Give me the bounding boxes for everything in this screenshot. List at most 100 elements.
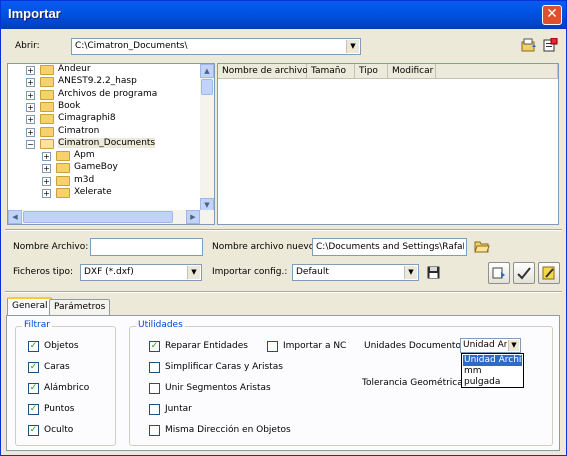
newname-value: C:\Documents and Settings\RafaEs\M [316,242,464,252]
dropdown-arrow-icon[interactable]: ▼ [508,340,519,351]
checkbox-label: Juntar [165,404,192,414]
unidades-select[interactable]: Unidad Arc ▼ [460,338,521,353]
filtrar-title: Filtrar [22,320,52,330]
config-value: Default [296,267,329,277]
filetype-select[interactable]: DXF (*.dxf) ▼ [80,264,202,281]
checkbox-label: Objetos [44,341,79,351]
unidades-label: Unidades Documento: [364,341,464,351]
unidades-value: Unidad Arc [463,340,507,350]
tree-item-label: Cimagraphi8 [58,113,116,124]
import-dialog: Importar ✕ Abrir: C:\Cimatron_Documents\… [0,0,567,456]
unidades-dropdown-list[interactable]: Unidad Archivo mm pulgada [461,353,524,388]
save-icon[interactable] [427,266,440,279]
browse-folder-icon[interactable] [474,239,490,253]
checkbox-box[interactable]: ✓ [28,383,39,394]
scroll-right-icon[interactable]: ▶ [186,210,200,224]
folder-icon [40,89,54,100]
scroll-thumb[interactable] [201,79,213,95]
checkbox-box[interactable] [149,404,160,415]
add-config-button[interactable] [488,262,510,284]
checkbox-box[interactable] [149,362,160,373]
checkbox-label: Importar a NC [283,341,347,351]
tree-item-label: Book [58,100,81,111]
path-combo[interactable]: C:\Cimatron_Documents\ ▼ [71,38,361,55]
checkbox-box[interactable] [149,425,160,436]
checkbox-box[interactable]: ✓ [28,362,39,373]
folder-tree[interactable]: + Andeur + ANEST9.2.2_hasp + Archivos de prog… [7,63,215,225]
col-filler [436,64,558,79]
window-title: Importar [8,6,61,21]
checkbox-label: Puntos [44,404,75,414]
tree-item-label: m3d [74,174,95,185]
folder-icon [40,126,54,137]
checkbox-box[interactable] [267,341,278,352]
tree-horizontal-scrollbar[interactable]: ◀ ▶ [8,210,214,224]
checkbox-label: Caras [44,362,70,372]
edit-button[interactable] [538,262,560,284]
path-value: C:\Cimatron_Documents\ [75,41,188,51]
folder-icon [56,151,70,162]
utilidades-title: Utilidades [136,320,185,330]
collapse-icon[interactable]: − [26,139,35,149]
unidades-option[interactable]: pulgada [463,377,522,388]
scroll-left-icon[interactable]: ◀ [8,210,22,224]
expand-icon[interactable]: + [42,164,51,174]
col-type[interactable]: Tipo [355,64,388,79]
folder-icon [40,77,54,88]
unidades-option[interactable]: mm [463,366,522,377]
checkbox-box[interactable]: ✓ [149,341,160,352]
tree-item-label: Xelerate [74,187,112,197]
hscroll-thumb[interactable] [23,211,173,223]
folder-icon [40,101,54,112]
divider [5,291,562,293]
expand-icon[interactable]: + [26,90,35,100]
unidades-option[interactable]: Unidad Archivo [463,355,522,366]
folder-icon [40,138,54,149]
checkbox-label: Alámbrico [44,383,90,393]
filename-input[interactable] [90,238,203,256]
col-size[interactable]: Tamaño [307,64,355,79]
checkbox-box[interactable] [149,383,160,394]
filetype-label: Ficheros tipo: [13,267,74,277]
checkbox-box[interactable]: ✓ [28,425,39,436]
tree-vertical-scrollbar[interactable]: ▲ ▼ [200,64,214,212]
checkbox-box[interactable]: ✓ [28,404,39,415]
ok-check-icon [517,267,531,280]
folder-icon [56,163,70,174]
tree-item-label: Cimatron [58,125,100,136]
folder-up-icon[interactable] [521,38,537,53]
new-folder-icon[interactable] [542,37,558,53]
col-modified[interactable]: Modificar [388,64,436,79]
expand-icon[interactable]: + [26,102,35,112]
filetype-value: DXF (*.dxf) [84,267,134,277]
config-select[interactable]: Default ▼ [292,264,419,281]
dropdown-arrow-icon[interactable]: ▼ [187,266,200,279]
checkbox-box[interactable]: ✓ [28,341,39,352]
expand-icon[interactable]: + [42,152,51,162]
file-list[interactable]: Nombre de archivo Tamaño Tipo Modificar [217,63,559,225]
expand-icon[interactable]: + [26,115,35,125]
tree-item-label: GameBoy [74,162,118,173]
tab-general[interactable]: General [7,297,53,317]
folder-icon [56,188,70,198]
checkbox-label: Simplificar Caras y Aristas [165,362,283,372]
filename-label: Nombre Archivo: [13,242,89,252]
dropdown-arrow-icon[interactable]: ▼ [346,40,359,53]
col-filename[interactable]: Nombre de archivo [218,64,308,79]
title-bar[interactable]: Importar ✕ [1,1,566,29]
expand-icon[interactable]: + [26,127,35,137]
newname-input[interactable]: C:\Documents and Settings\RafaEs\M [312,238,467,256]
filtrar-group: Filtrar ✓ Objetos ✓ Caras ✓ Alámbrico ✓ Punt… [15,320,116,446]
scroll-up-icon[interactable]: ▲ [200,64,214,78]
expand-icon[interactable]: + [42,189,51,198]
tree-item-label: Cimatron_Documents [58,137,156,148]
expand-icon[interactable]: + [26,66,35,75]
ok-button[interactable] [513,262,535,284]
path-label: Abrir: [15,41,40,51]
checkbox-label: Unir Segmentos Aristas [165,383,271,393]
close-button[interactable]: ✕ [542,5,562,25]
expand-icon[interactable]: + [42,176,51,186]
expand-icon[interactable]: + [26,78,35,88]
config-label: Importar config.: [212,267,288,277]
dropdown-arrow-icon[interactable]: ▼ [404,266,417,279]
